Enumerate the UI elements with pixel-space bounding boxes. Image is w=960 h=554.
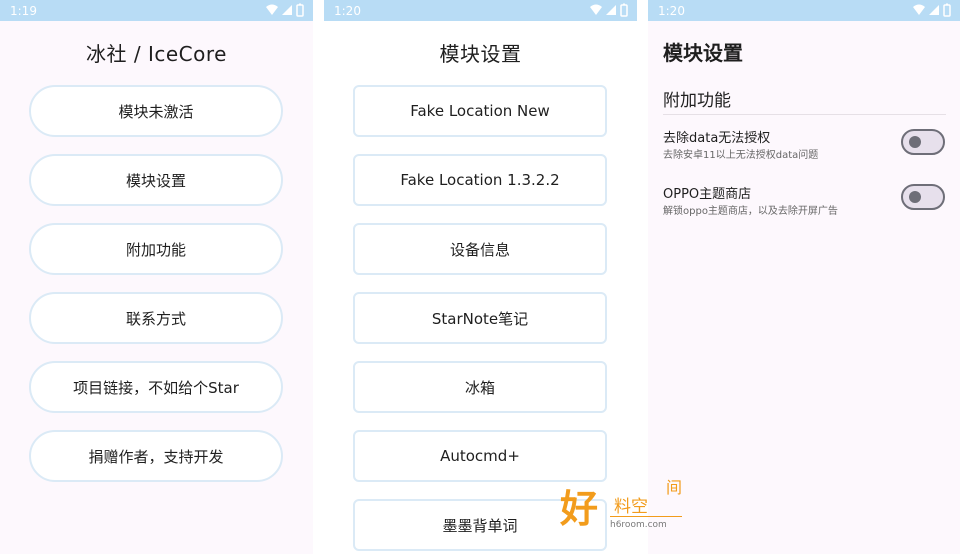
setting-title-data-auth: 去除data无法授权	[663, 131, 771, 146]
watermark-char-jian: 间	[666, 478, 683, 497]
wifi-icon	[266, 4, 278, 15]
toggle-knob	[909, 191, 921, 203]
wifi-icon	[590, 4, 602, 15]
battery-icon	[296, 3, 304, 17]
module-settings-button[interactable]: 模块设置	[29, 154, 283, 206]
battery-icon	[943, 3, 951, 17]
status-time: 1:20	[334, 4, 361, 18]
device-info-button[interactable]: 设备信息	[353, 223, 607, 275]
watermark-logo: 好 料空 间 h6room.com	[558, 474, 686, 544]
donate-button[interactable]: 捐赠作者，支持开发	[29, 430, 283, 482]
page-title: 模块设置	[439, 42, 522, 66]
page-title: 模块设置	[663, 41, 743, 65]
main-screen: 1:19 冰社 / IceCore 模块未激活 模块设置 附加功能 联系方式 项…	[0, 0, 313, 554]
watermark-char-hao: 好	[560, 487, 599, 531]
module-status-button[interactable]: 模块未激活	[29, 85, 283, 137]
icebox-button[interactable]: 冰箱	[353, 361, 607, 413]
toggle-knob	[909, 136, 921, 148]
setting-title-oppo-theme: OPPO主题商店	[663, 187, 752, 202]
signal-icon	[282, 5, 292, 15]
contact-button[interactable]: 联系方式	[29, 292, 283, 344]
status-icons	[265, 3, 305, 17]
status-icons	[589, 3, 629, 17]
watermark-char-liaokong: 料空	[614, 497, 648, 517]
section-header: 附加功能	[663, 91, 731, 111]
project-link-button[interactable]: 项目链接，不如给个Star	[29, 361, 283, 413]
setting-desc-oppo-theme: 解锁oppo主题商店，以及去除开屏广告	[663, 206, 838, 217]
app-title: 冰社 / IceCore	[86, 42, 227, 66]
signal-icon	[929, 5, 939, 15]
watermark-url: h6room.com	[610, 520, 667, 530]
wifi-icon	[913, 4, 925, 15]
signal-icon	[606, 5, 616, 15]
status-bar: 1:20	[648, 0, 960, 21]
extra-features-button[interactable]: 附加功能	[29, 223, 283, 275]
section-divider	[663, 114, 946, 115]
extra-features-screen: 1:20 模块设置 附加功能 去除data无法授权 去除安卓11以上无法授权da…	[648, 0, 960, 554]
status-icons	[912, 3, 952, 17]
fake-location-1322-button[interactable]: Fake Location 1.3.2.2	[353, 154, 607, 206]
oppo-theme-toggle[interactable]	[901, 184, 945, 210]
watermark-underline	[610, 516, 682, 517]
battery-icon	[620, 3, 628, 17]
module-settings-screen: 1:20 模块设置 Fake Location New Fake Locatio…	[324, 0, 637, 554]
status-time: 1:20	[658, 4, 685, 18]
fake-location-new-button[interactable]: Fake Location New	[353, 85, 607, 137]
status-bar: 1:20	[324, 0, 637, 21]
status-time: 1:19	[10, 4, 37, 18]
setting-desc-data-auth: 去除安卓11以上无法授权data问题	[663, 150, 819, 161]
starnote-button[interactable]: StarNote笔记	[353, 292, 607, 344]
data-auth-toggle[interactable]	[901, 129, 945, 155]
status-bar: 1:19	[0, 0, 313, 21]
